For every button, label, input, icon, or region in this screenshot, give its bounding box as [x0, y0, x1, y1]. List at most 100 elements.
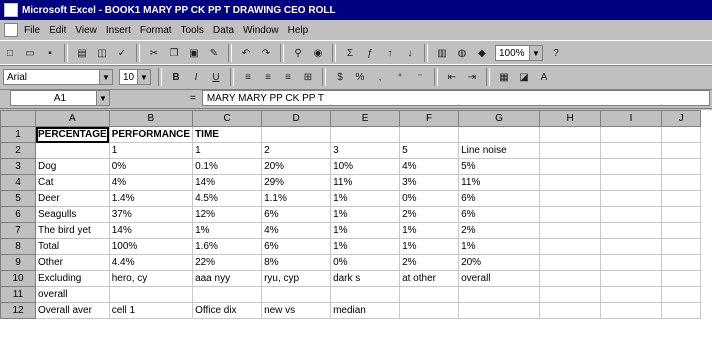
cell[interactable]: 5 — [399, 142, 460, 159]
cell[interactable]: 11% — [458, 174, 541, 191]
cell[interactable] — [600, 126, 663, 143]
excel-app-icon[interactable] — [4, 3, 18, 17]
cell[interactable] — [458, 302, 541, 319]
cell[interactable] — [539, 286, 602, 303]
cell[interactable]: 4% — [261, 222, 332, 239]
zoom-select[interactable]: 100% ▼ — [495, 45, 543, 61]
document-icon[interactable] — [4, 23, 18, 37]
cell[interactable]: 0.1% — [192, 158, 263, 175]
cell[interactable]: 20% — [458, 254, 541, 271]
row-header[interactable]: 3 — [0, 158, 36, 175]
web-toolbar-icon[interactable]: ◉ — [310, 45, 326, 61]
cell[interactable]: aaa nyy — [192, 270, 263, 287]
cell[interactable]: Total — [35, 238, 110, 255]
cell[interactable] — [399, 286, 460, 303]
cell[interactable] — [600, 174, 663, 191]
print-preview-icon[interactable]: ◫ — [94, 45, 110, 61]
cell[interactable]: 0% — [330, 254, 401, 271]
cell[interactable] — [661, 206, 702, 223]
drawing-icon[interactable]: ◆ — [474, 45, 490, 61]
increase-indent-icon[interactable]: ⇥ — [464, 69, 480, 85]
map-icon[interactable]: ◍ — [454, 45, 470, 61]
equals-icon[interactable]: = — [190, 93, 196, 104]
cell[interactable] — [661, 302, 702, 319]
row-header[interactable]: 2 — [0, 142, 36, 159]
cell[interactable] — [600, 142, 663, 159]
cell[interactable] — [539, 238, 602, 255]
cell[interactable] — [661, 158, 702, 175]
cell[interactable]: The bird yet — [35, 222, 110, 239]
cell[interactable]: 1% — [330, 206, 401, 223]
cell[interactable]: 1% — [192, 222, 263, 239]
column-header[interactable]: E — [330, 110, 401, 127]
cell[interactable] — [399, 126, 460, 143]
cell[interactable]: 6% — [261, 206, 332, 223]
fill-color-icon[interactable]: ◪ — [516, 69, 532, 85]
chevron-down-icon[interactable]: ▼ — [99, 70, 112, 84]
cell[interactable]: PERFORMANCE — [108, 126, 194, 143]
comma-icon[interactable]: , — [372, 69, 388, 85]
menu-file[interactable]: File — [24, 25, 40, 36]
cell[interactable] — [539, 222, 602, 239]
cell[interactable]: 1% — [399, 222, 460, 239]
cell[interactable] — [261, 286, 332, 303]
cell[interactable]: 2% — [399, 254, 460, 271]
cell[interactable] — [539, 158, 602, 175]
cell[interactable]: 4.5% — [192, 190, 263, 207]
column-header[interactable]: I — [600, 110, 663, 127]
menu-insert[interactable]: Insert — [106, 25, 131, 36]
merge-center-icon[interactable]: ⊞ — [300, 69, 316, 85]
cell[interactable]: Line noise — [458, 142, 541, 159]
cell[interactable] — [661, 222, 702, 239]
cell[interactable] — [600, 190, 663, 207]
cell[interactable]: 29% — [261, 174, 332, 191]
cell[interactable] — [661, 254, 702, 271]
align-center-icon[interactable]: ≡ — [260, 69, 276, 85]
cell[interactable]: 1% — [330, 190, 401, 207]
cell[interactable]: 1.6% — [192, 238, 263, 255]
cell[interactable]: new vs — [261, 302, 332, 319]
percent-icon[interactable]: % — [352, 69, 368, 85]
row-header[interactable]: 9 — [0, 254, 36, 271]
cell[interactable]: Office dix — [192, 302, 263, 319]
menu-help[interactable]: Help — [288, 25, 309, 36]
cell[interactable] — [661, 238, 702, 255]
column-header[interactable]: C — [192, 110, 263, 127]
cell[interactable] — [600, 302, 663, 319]
cell[interactable]: 4% — [399, 158, 460, 175]
column-header[interactable]: G — [458, 110, 541, 127]
cell[interactable]: 3 — [330, 142, 401, 159]
cell[interactable]: 6% — [458, 190, 541, 207]
print-icon[interactable]: ▤ — [74, 45, 90, 61]
cell[interactable]: 4.4% — [108, 254, 194, 271]
cell[interactable]: cell 1 — [108, 302, 194, 319]
row-header[interactable]: 6 — [0, 206, 36, 223]
cell[interactable]: 1% — [399, 238, 460, 255]
cell[interactable]: 2 — [261, 142, 332, 159]
spelling-icon[interactable]: ✓ — [114, 45, 130, 61]
bold-icon[interactable]: B — [168, 69, 184, 85]
cut-icon[interactable]: ✂ — [146, 45, 162, 61]
borders-icon[interactable]: ▦ — [496, 69, 512, 85]
cell[interactable]: hero, cy — [108, 270, 194, 287]
column-header[interactable]: H — [539, 110, 602, 127]
cell[interactable] — [661, 190, 702, 207]
office-assistant-icon[interactable]: ? — [548, 45, 564, 61]
cell[interactable]: overall — [458, 270, 541, 287]
row-header[interactable]: 12 — [0, 302, 36, 319]
cell[interactable] — [261, 126, 332, 143]
name-box[interactable]: A1 ▼ — [10, 90, 110, 106]
cell[interactable] — [661, 126, 702, 143]
cell[interactable] — [399, 302, 460, 319]
redo-icon[interactable]: ↷ — [258, 45, 274, 61]
chevron-down-icon[interactable]: ▼ — [529, 46, 542, 60]
align-left-icon[interactable]: ≡ — [240, 69, 256, 85]
sort-descending-icon[interactable]: ↓ — [402, 45, 418, 61]
format-painter-icon[interactable]: ✎ — [206, 45, 222, 61]
cell[interactable] — [661, 174, 702, 191]
cell[interactable]: 1.1% — [261, 190, 332, 207]
cell[interactable]: 11% — [330, 174, 401, 191]
cell[interactable] — [600, 238, 663, 255]
cell[interactable]: Seagulls — [35, 206, 110, 223]
cell[interactable] — [108, 286, 194, 303]
